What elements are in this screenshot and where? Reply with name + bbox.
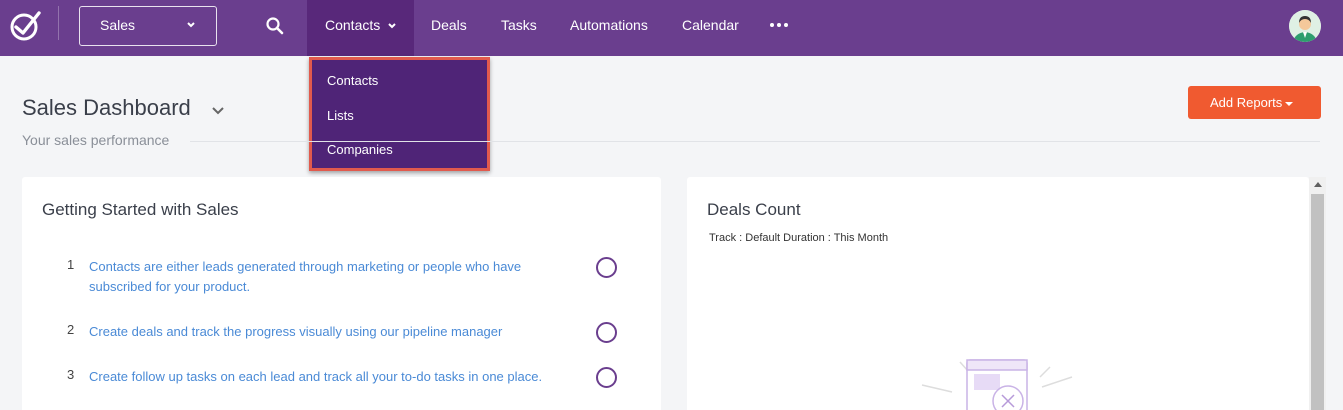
menu-item-lists[interactable]: Lists [327,108,354,123]
scroll-up-arrow-icon[interactable] [1314,182,1322,187]
chevron-down-icon [388,23,396,29]
module-select[interactable]: Sales [79,6,217,46]
step-number: 3 [67,367,75,382]
scrollbar[interactable] [1309,177,1326,410]
chevron-down-icon[interactable] [211,106,225,115]
page-subtitle: Your sales performance [22,132,170,148]
module-select-value: Sales [100,17,136,33]
add-reports-label: Add Reports [1210,95,1283,110]
step-status-circle-icon[interactable] [596,322,617,343]
user-avatar[interactable] [1289,10,1321,42]
nav-contacts-label: Contacts [325,17,381,33]
step-status-circle-icon[interactable] [596,257,617,278]
step-status-circle-icon[interactable] [596,367,617,388]
more-icon[interactable] [769,22,789,32]
nav-contacts[interactable]: Contacts [307,0,414,56]
header-divider [190,141,1320,142]
step-link[interactable]: Create follow up tasks on each lead and … [89,367,579,387]
search-icon[interactable] [265,16,285,36]
deals-filter-text: Track : Default Duration : This Month [709,232,889,244]
contacts-dropdown-menu: Contacts Lists Companies [309,57,490,171]
scrollbar-thumb[interactable] [1311,194,1324,410]
add-reports-button[interactable]: Add Reports [1188,86,1321,119]
menu-item-contacts[interactable]: Contacts [327,73,378,88]
deals-count-card: Deals Count Track : Default Duration : T… [687,177,1309,410]
empty-state-illustration-icon [921,359,1073,410]
page-title: Sales Dashboard [22,95,191,120]
step-number: 2 [67,322,75,337]
nav-calendar[interactable]: Calendar [682,0,739,56]
card-title: Getting Started with Sales [42,200,239,219]
nav-deals[interactable]: Deals [431,0,467,56]
app-logo-icon[interactable] [9,9,43,43]
nav-automations[interactable]: Automations [570,0,648,56]
card-title: Deals Count [707,200,801,219]
top-nav-bar: Sales Contacts Deals Tasks Automations C… [0,0,1343,56]
step-link[interactable]: Create deals and track the progress visu… [89,322,579,342]
menu-item-companies[interactable]: Companies [327,142,393,157]
avatar-icon [1289,10,1321,42]
step-link[interactable]: Contacts are either leads generated thro… [89,257,579,296]
logo-divider [58,6,59,40]
nav-tasks[interactable]: Tasks [501,0,537,56]
chevron-down-icon [187,22,195,28]
step-number: 1 [67,257,75,272]
getting-started-card: Getting Started with Sales 1 Contacts ar… [22,177,661,410]
caret-down-icon [1285,101,1294,106]
